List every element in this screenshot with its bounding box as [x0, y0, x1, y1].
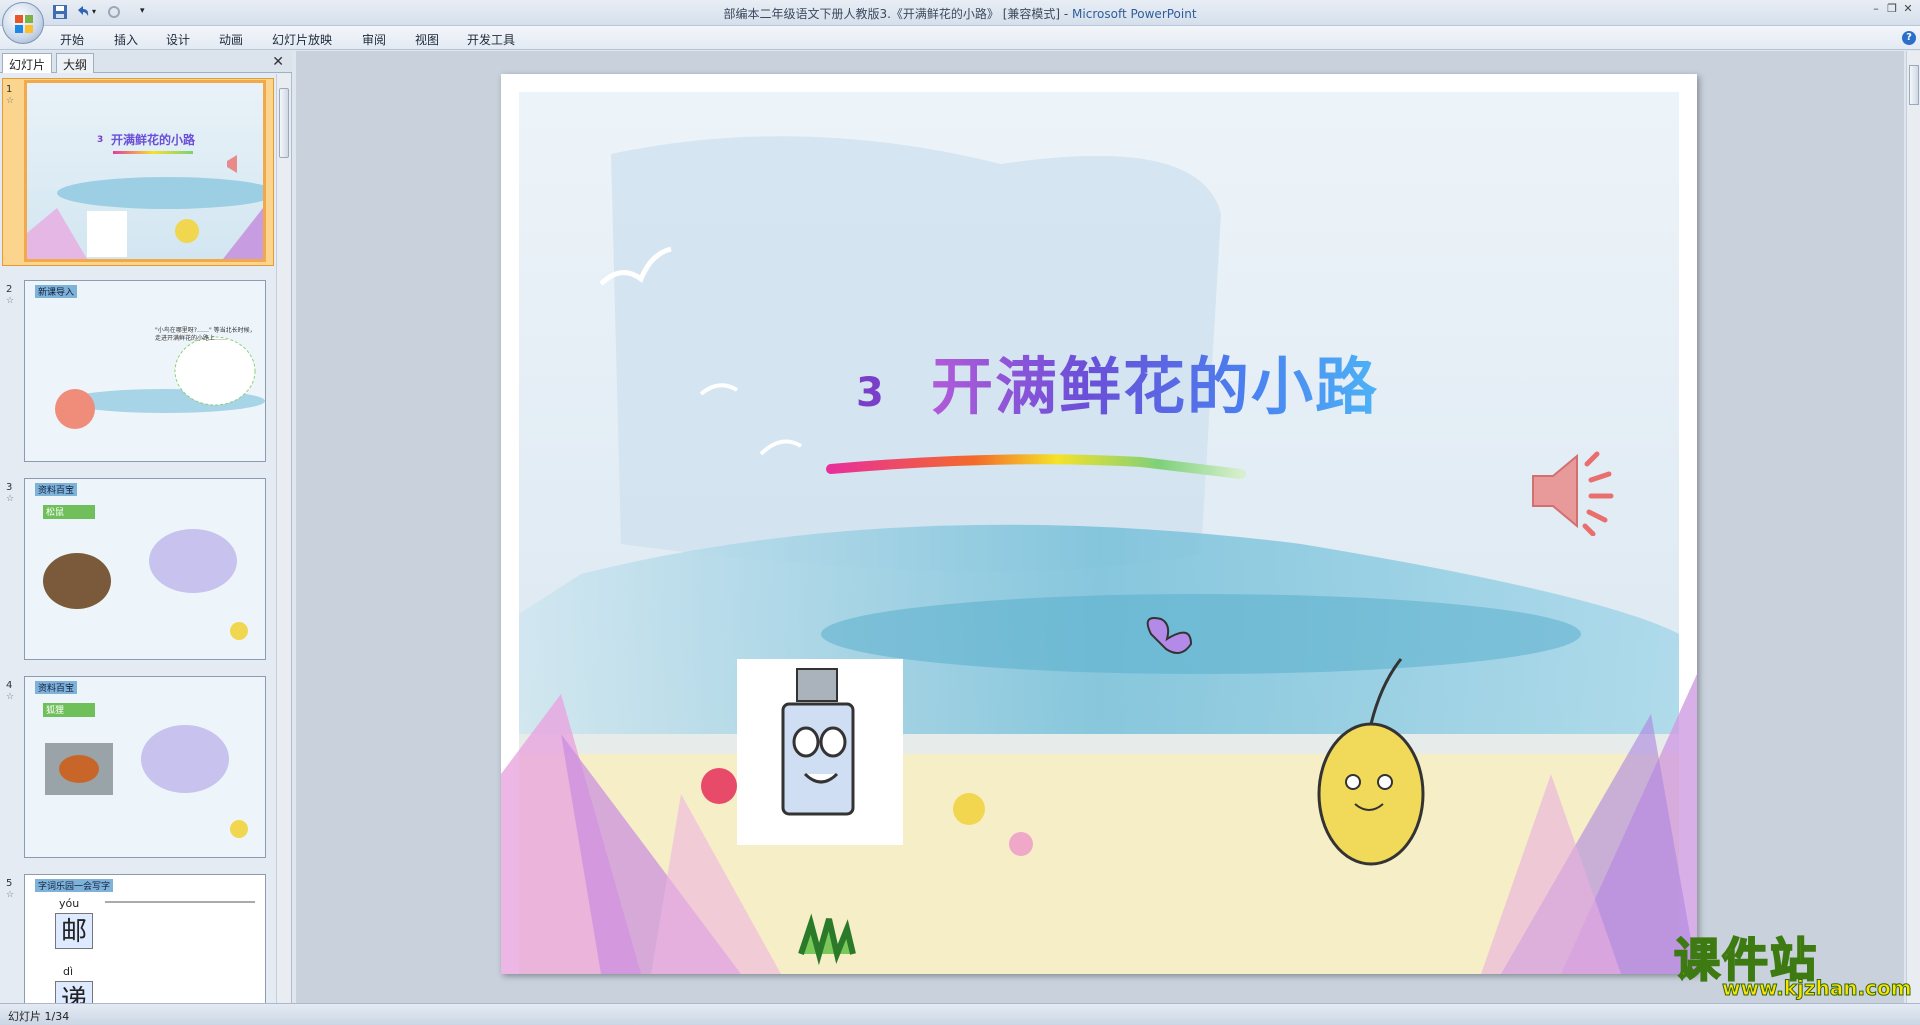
transition-star-icon: ☆ — [6, 890, 15, 900]
app-name: Microsoft PowerPoint — [1072, 7, 1197, 21]
thumbnail-image: 3 开满鲜花的小路 — [24, 80, 266, 262]
tab-outline[interactable]: 大纲 — [56, 53, 95, 73]
slide-scrollbar[interactable] — [1906, 51, 1920, 1003]
slide-thumbnail-5[interactable]: 5 ☆ 字词乐园一会写字 yóu 邮 dì 递 — [0, 874, 276, 1003]
thumbnail-scrollbar[interactable] — [276, 74, 291, 1003]
close-pane-icon[interactable]: ✕ — [272, 54, 284, 70]
slide-thumbnail-4[interactable]: 4 ☆ 资料百宝 狐狸 — [0, 676, 276, 860]
current-slide[interactable]: 3 开满鲜花的小路 — [501, 74, 1697, 974]
thumbnail-list: 1 ☆ 3 开满鲜花的小路 2 ☆ 新课导入 "小鸟在哪里呀?……" 等当北长时… — [0, 74, 276, 1003]
thumbnail-number: 4 — [6, 680, 13, 691]
thumbnail-number: 5 — [6, 878, 13, 889]
help-icon[interactable]: ? — [1902, 31, 1916, 45]
slide-counter: 幻灯片 1/34 — [8, 1010, 70, 1023]
slides-pane: 幻灯片 大纲 ✕ 1 ☆ 3 开满鲜花的小路 2 ☆ 新课导入 "小鸟在哪里呀?… — [0, 51, 292, 1003]
scrollbar-thumb[interactable] — [279, 88, 289, 158]
thumbnail-text: "小鸟在哪里呀?……" 等当北长时候，走进开满鲜花的小路上…… — [155, 327, 256, 342]
document-title: 部编本二年级语文下册人教版3.《开满鲜花的小路》 [兼容模式] - — [723, 7, 1069, 21]
thumbnail-image: 字词乐园一会写字 yóu 邮 dì 递 — [24, 874, 266, 1003]
speaker-icon[interactable] — [1527, 446, 1619, 536]
thumbnail-number: 2 — [6, 284, 13, 295]
slide-lesson-number[interactable]: 3 — [856, 370, 884, 416]
watermark-logo: 课件站 www.kjzhan.com — [1673, 924, 1912, 1004]
tab-design[interactable]: 设计 — [166, 31, 190, 48]
watermark-url: www.kjzhan.com — [1722, 976, 1913, 1001]
slide-background-art — [501, 92, 1697, 974]
slide-thumbnail-2[interactable]: 2 ☆ 新课导入 "小鸟在哪里呀?……" 等当北长时候，走进开满鲜花的小路上…… — [0, 280, 276, 464]
tab-animations[interactable]: 动画 — [219, 31, 243, 48]
tab-home[interactable]: 开始 — [60, 31, 84, 48]
office-button[interactable] — [2, 2, 44, 44]
thumbnail-image: 新课导入 "小鸟在哪里呀?……" 等当北长时候，走进开满鲜花的小路上…… — [24, 280, 266, 462]
thumbnail-header: 字词乐园一会写字 — [35, 879, 114, 892]
thumbnail-image: 资料百宝 狐狸 — [24, 676, 266, 858]
thumbnail-header: 资料百宝 — [35, 681, 78, 694]
divider — [105, 901, 255, 903]
thumbnail-tag: 狐狸 — [43, 703, 95, 717]
thumbnail-number: 3 — [6, 482, 13, 493]
thumbnail-header: 新课导入 — [35, 285, 78, 298]
slide-thumbnail-1[interactable]: 1 ☆ 3 开满鲜花的小路 — [0, 80, 276, 266]
transition-star-icon: ☆ — [6, 692, 15, 702]
restore-icon[interactable]: ❐ — [1884, 2, 1900, 16]
ribbon-tabs: 开始 插入 设计 动画 幻灯片放映 审阅 视图 开发工具 ? — [0, 26, 1920, 50]
tab-insert[interactable]: 插入 — [114, 31, 138, 48]
tab-slides[interactable]: 幻灯片 — [2, 53, 53, 73]
slide-title[interactable]: 开满鲜花的小路 — [931, 336, 1379, 426]
thumbnail-2-art — [25, 281, 265, 461]
thumbnail-tag: 松鼠 — [43, 505, 95, 519]
close-icon[interactable]: ✕ — [1900, 2, 1916, 16]
hanzi-box: 递 — [55, 981, 93, 1003]
title-bar: ▾ ▾ 部编本二年级语文下册人教版3.《开满鲜花的小路》 [兼容模式] - Mi… — [0, 0, 1920, 44]
hanzi-box: 邮 — [55, 913, 93, 949]
thumbnail-1-art — [27, 83, 263, 259]
pinyin-label: yóu — [59, 897, 80, 910]
pane-tabs: 幻灯片 大纲 ✕ — [0, 51, 292, 73]
slide-thumbnail-3[interactable]: 3 ☆ 资料百宝 松鼠 — [0, 478, 276, 662]
transition-star-icon: ☆ — [6, 296, 15, 306]
tab-developer[interactable]: 开发工具 — [467, 31, 515, 48]
tab-review[interactable]: 审阅 — [362, 31, 386, 48]
thumbnail-number: 1 — [6, 84, 13, 95]
thumbnail-title: 开满鲜花的小路 — [111, 133, 196, 147]
thumbnail-rainbow-line — [113, 151, 193, 154]
pinyin-label: dì — [63, 965, 74, 978]
thumbnail-title-num: 3 — [97, 135, 104, 145]
powerpoint-window: ▾ ▾ 部编本二年级语文下册人教版3.《开满鲜花的小路》 [兼容模式] - Mi… — [0, 0, 1920, 1025]
window-title: 部编本二年级语文下册人教版3.《开满鲜花的小路》 [兼容模式] - Micros… — [0, 5, 1920, 22]
thumbnail-header: 资料百宝 — [35, 483, 78, 496]
thumbnail-image: 资料百宝 松鼠 — [24, 478, 266, 660]
scrollbar-thumb[interactable] — [1909, 65, 1919, 105]
status-bar: 幻灯片 1/34 — [0, 1003, 1920, 1025]
minimize-icon[interactable]: – — [1868, 2, 1884, 16]
slide-editing-area: 3 开满鲜花的小路 — [296, 51, 1904, 1003]
transition-star-icon: ☆ — [6, 96, 15, 106]
transition-star-icon: ☆ — [6, 494, 15, 504]
tab-slideshow[interactable]: 幻灯片放映 — [272, 31, 332, 48]
office-logo-icon — [15, 15, 33, 33]
tab-view[interactable]: 视图 — [415, 31, 439, 48]
